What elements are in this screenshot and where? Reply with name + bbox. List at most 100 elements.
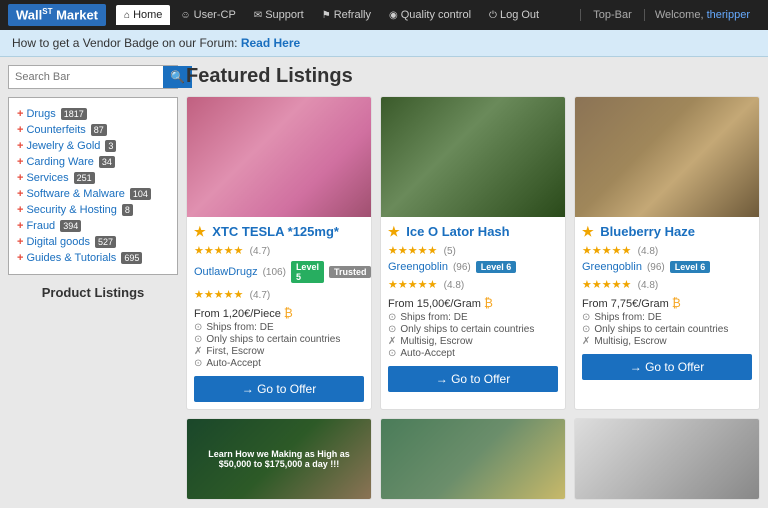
nav-quality[interactable]: ◉ Quality control [381,5,479,25]
btc-icon-1: ₿ [284,306,293,320]
listing-title-3[interactable]: ★ Blueberry Haze [582,224,752,240]
ships-from-3: ⊙ Ships from: DE [582,312,752,323]
nav-refrally[interactable]: ⚑ Refrally [314,5,379,25]
seller-row-2: Greengoblin (96) Level 6 [388,261,558,273]
content-area: Featured Listings ★ XTC TESLA *125mg* ★★… [186,65,760,500]
ships-from-2: ⊙ Ships from: DE [388,312,558,323]
seller-stats-1: (106) [263,267,286,278]
cat-software[interactable]: + Software & Malware 104 [17,186,169,202]
star-icon: ★ [194,224,206,239]
nav-logout[interactable]: ⏻ Log Out [481,5,547,25]
cat-fraud[interactable]: + Fraud 394 [17,218,169,234]
go-to-offer-btn-1[interactable]: → Go to Offer [194,376,364,402]
trusted-badge-1: Trusted [329,266,372,278]
seller-row-1: OutlawDrugz (106) Level 5 Trusted [194,261,364,283]
star-icon: ★ [582,224,594,239]
topbar-label: Top-Bar [580,9,645,21]
auto-icon: ⊙ [194,358,202,369]
level-badge-3: Level 6 [670,261,711,273]
listing-stars-2: ★★★★★ (5) [388,243,558,257]
escrow-icon: ✗ [194,346,202,357]
go-to-offer-btn-2[interactable]: → Go to Offer [388,366,558,392]
seller-name-3[interactable]: Greengoblin [582,261,642,273]
listing-title-2[interactable]: ★ Ice O Lator Hash [388,224,558,240]
cat-counterfeits[interactable]: + Counterfeits 87 [17,122,169,138]
btc-icon-3: ₿ [672,296,681,310]
ships-to-1: ⊙ Only ships to certain countries [194,334,364,345]
cat-counterfeits-label: Counterfeits [26,124,85,136]
price-3: From 7,75€/Gram ₿ [582,296,752,310]
go-to-offer-btn-3[interactable]: → Go to Offer [582,354,752,380]
cat-services-label: Services [26,172,68,184]
nav-home[interactable]: ⌂ Home [116,5,170,25]
cat-software-label: Software & Malware [26,188,124,200]
escrow-1: ✗ First, Escrow [194,346,364,357]
nav-logout-label: Log Out [500,9,539,21]
navigation: ⌂ Home ☺ User-CP ✉ Support ⚑ Refrally ◉ … [116,5,580,25]
seller-stats-2: (96) [453,262,471,273]
globe-icon: ⊙ [388,324,396,335]
search-input[interactable] [9,66,163,88]
nav-support[interactable]: ✉ Support [246,5,312,25]
auto-accept-2: ⊙ Auto-Accept [388,348,558,359]
cat-jewelry[interactable]: + Jewelry & Gold 3 [17,138,169,154]
cat-plus-icon: + [17,124,23,136]
listing-image-3 [575,97,759,217]
topbar: WallST Market ⌂ Home ☺ User-CP ✉ Support… [0,0,768,30]
cat-security[interactable]: + Security & Hosting 8 [17,202,169,218]
search-box: 🔍 [8,65,178,89]
listing-card-bottom-3[interactable] [574,418,760,500]
bottom-image-2 [381,419,565,499]
seller-stars-3: ★★★★★ (4.8) [582,277,752,291]
support-icon: ✉ [254,10,262,21]
quality-icon: ◉ [389,10,398,21]
category-list: + Drugs 1817 + Counterfeits 87 + Jewelry… [8,97,178,275]
cat-guides-label: Guides & Tutorials [26,252,116,264]
nav-user-cp[interactable]: ☺ User-CP [172,5,243,25]
cat-services[interactable]: + Services 251 [17,170,169,186]
cat-plus-icon: + [17,172,23,184]
ships-from-1: ⊙ Ships from: DE [194,322,364,333]
listings-grid: ★ XTC TESLA *125mg* ★★★★★ (4.7) OutlawDr… [186,96,760,500]
bottom-image-3 [575,419,759,499]
globe-icon: ⊙ [194,334,202,345]
cat-carding[interactable]: + Carding Ware 34 [17,154,169,170]
listing-card-bottom-2[interactable] [380,418,566,500]
seller-name-1[interactable]: OutlawDrugz [194,266,258,278]
infobar-link[interactable]: Read Here [241,36,300,50]
seller-stars-2: ★★★★★ (4.8) [388,277,558,291]
nav-home-label: Home [133,9,162,21]
level-badge-1: Level 5 [291,261,324,283]
cat-drugs[interactable]: + Drugs 1817 [17,106,169,122]
listing-card-3: ★ Blueberry Haze ★★★★★ (4.8) Greengoblin… [574,96,760,410]
seller-row-3: Greengoblin (96) Level 6 [582,261,752,273]
page-title: Featured Listings [186,65,760,88]
listing-card-bottom-1[interactable]: Learn How we Making as High as$50,000 to… [186,418,372,500]
welcome-username[interactable]: theripper [707,9,750,21]
cat-plus-icon: + [17,220,23,232]
nav-support-label: Support [265,9,304,21]
listing-body-3: ★ Blueberry Haze ★★★★★ (4.8) Greengoblin… [575,217,759,387]
cat-guides[interactable]: + Guides & Tutorials 695 [17,250,169,266]
price-2: From 15,00€/Gram ₿ [388,296,558,310]
listing-title-1[interactable]: ★ XTC TESLA *125mg* [194,224,364,240]
cat-plus-icon: + [17,108,23,120]
logo[interactable]: WallST Market [8,4,106,25]
price-1: From 1,20€/Piece ₿ [194,306,364,320]
sidebar: 🔍 + Drugs 1817 + Counterfeits 87 + Jewel… [8,65,178,500]
auto-icon: ⊙ [388,348,396,359]
bottom-image-1: Learn How we Making as High as$50,000 to… [187,419,371,499]
listing-card-2: ★ Ice O Lator Hash ★★★★★ (5) Greengoblin… [380,96,566,410]
main-layout: 🔍 + Drugs 1817 + Counterfeits 87 + Jewel… [0,57,768,508]
cat-software-badge: 104 [130,188,151,200]
seller-name-2[interactable]: Greengoblin [388,261,448,273]
listing-image-1 [187,97,371,217]
listing-card-1: ★ XTC TESLA *125mg* ★★★★★ (4.7) OutlawDr… [186,96,372,410]
cat-security-badge: 8 [122,204,133,216]
cat-fraud-label: Fraud [26,220,55,232]
escrow-3: ✗ Multisig, Escrow [582,336,752,347]
seller-stats-3: (96) [647,262,665,273]
listing-stars-3: ★★★★★ (4.8) [582,243,752,257]
listing-image-2 [381,97,565,217]
cat-digital[interactable]: + Digital goods 527 [17,234,169,250]
